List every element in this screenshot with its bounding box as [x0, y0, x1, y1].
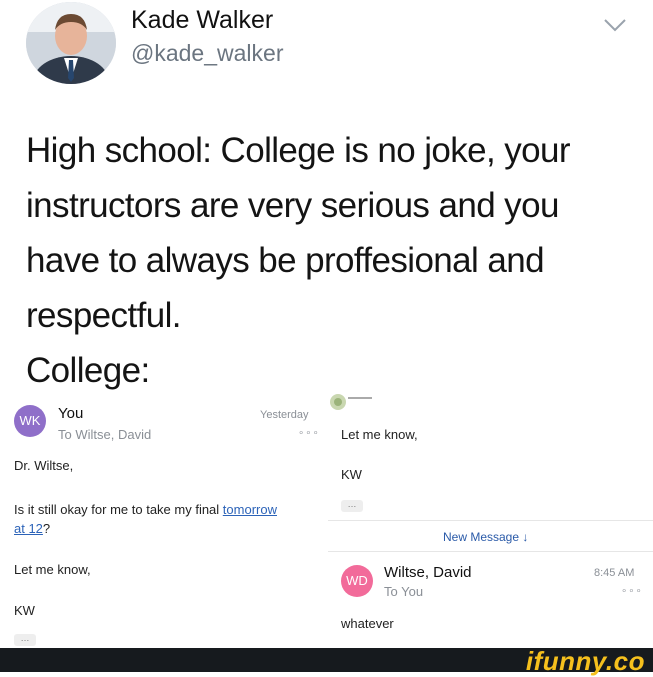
- quoted-closing: Let me know,: [341, 427, 418, 442]
- email-signature: KW: [14, 603, 35, 618]
- reply-recipient: To You: [384, 584, 424, 599]
- date-link[interactable]: tomorrow: [223, 502, 277, 517]
- new-message-indicator[interactable]: New Message ↓: [443, 530, 528, 544]
- email-body: Is it still okay for me to take my final…: [14, 500, 314, 538]
- chevron-down-icon[interactable]: [600, 14, 630, 36]
- show-trimmed-button[interactable]: …: [14, 634, 36, 646]
- email-greeting: Dr. Wiltse,: [14, 458, 74, 473]
- quoted-signature: KW: [341, 467, 362, 482]
- show-trimmed-button[interactable]: …: [341, 500, 363, 512]
- more-options-icon[interactable]: ∘∘∘: [298, 428, 320, 439]
- email-body-suffix: ?: [42, 521, 51, 536]
- author-avatar[interactable]: [26, 2, 116, 84]
- author-handle[interactable]: @kade_walker: [131, 40, 283, 67]
- email-time: Yesterday: [260, 409, 309, 421]
- reply-body: whatever: [341, 616, 394, 631]
- tweet-text: High school: College is no joke, your in…: [26, 131, 571, 390]
- reply-time: 8:45 AM: [594, 567, 635, 579]
- author-name[interactable]: Kade Walker: [131, 6, 273, 35]
- more-options-icon[interactable]: ∘∘∘: [621, 586, 643, 597]
- email-closing: Let me know,: [14, 562, 91, 577]
- sender-avatar: WK: [14, 405, 46, 437]
- quoted-avatar-icon: [328, 392, 372, 414]
- divider: [328, 551, 653, 552]
- time-link[interactable]: at 12: [14, 521, 43, 536]
- sender-name: You: [58, 405, 84, 422]
- email-recipient: To Wiltse, David: [58, 427, 152, 442]
- reply-avatar: WD: [341, 565, 373, 597]
- email-body-text: Is it still okay for me to take my final: [14, 502, 223, 517]
- divider: [328, 520, 653, 521]
- reply-sender: Wiltse, David: [384, 564, 472, 581]
- ifunny-watermark: ifunny.co: [525, 646, 645, 676]
